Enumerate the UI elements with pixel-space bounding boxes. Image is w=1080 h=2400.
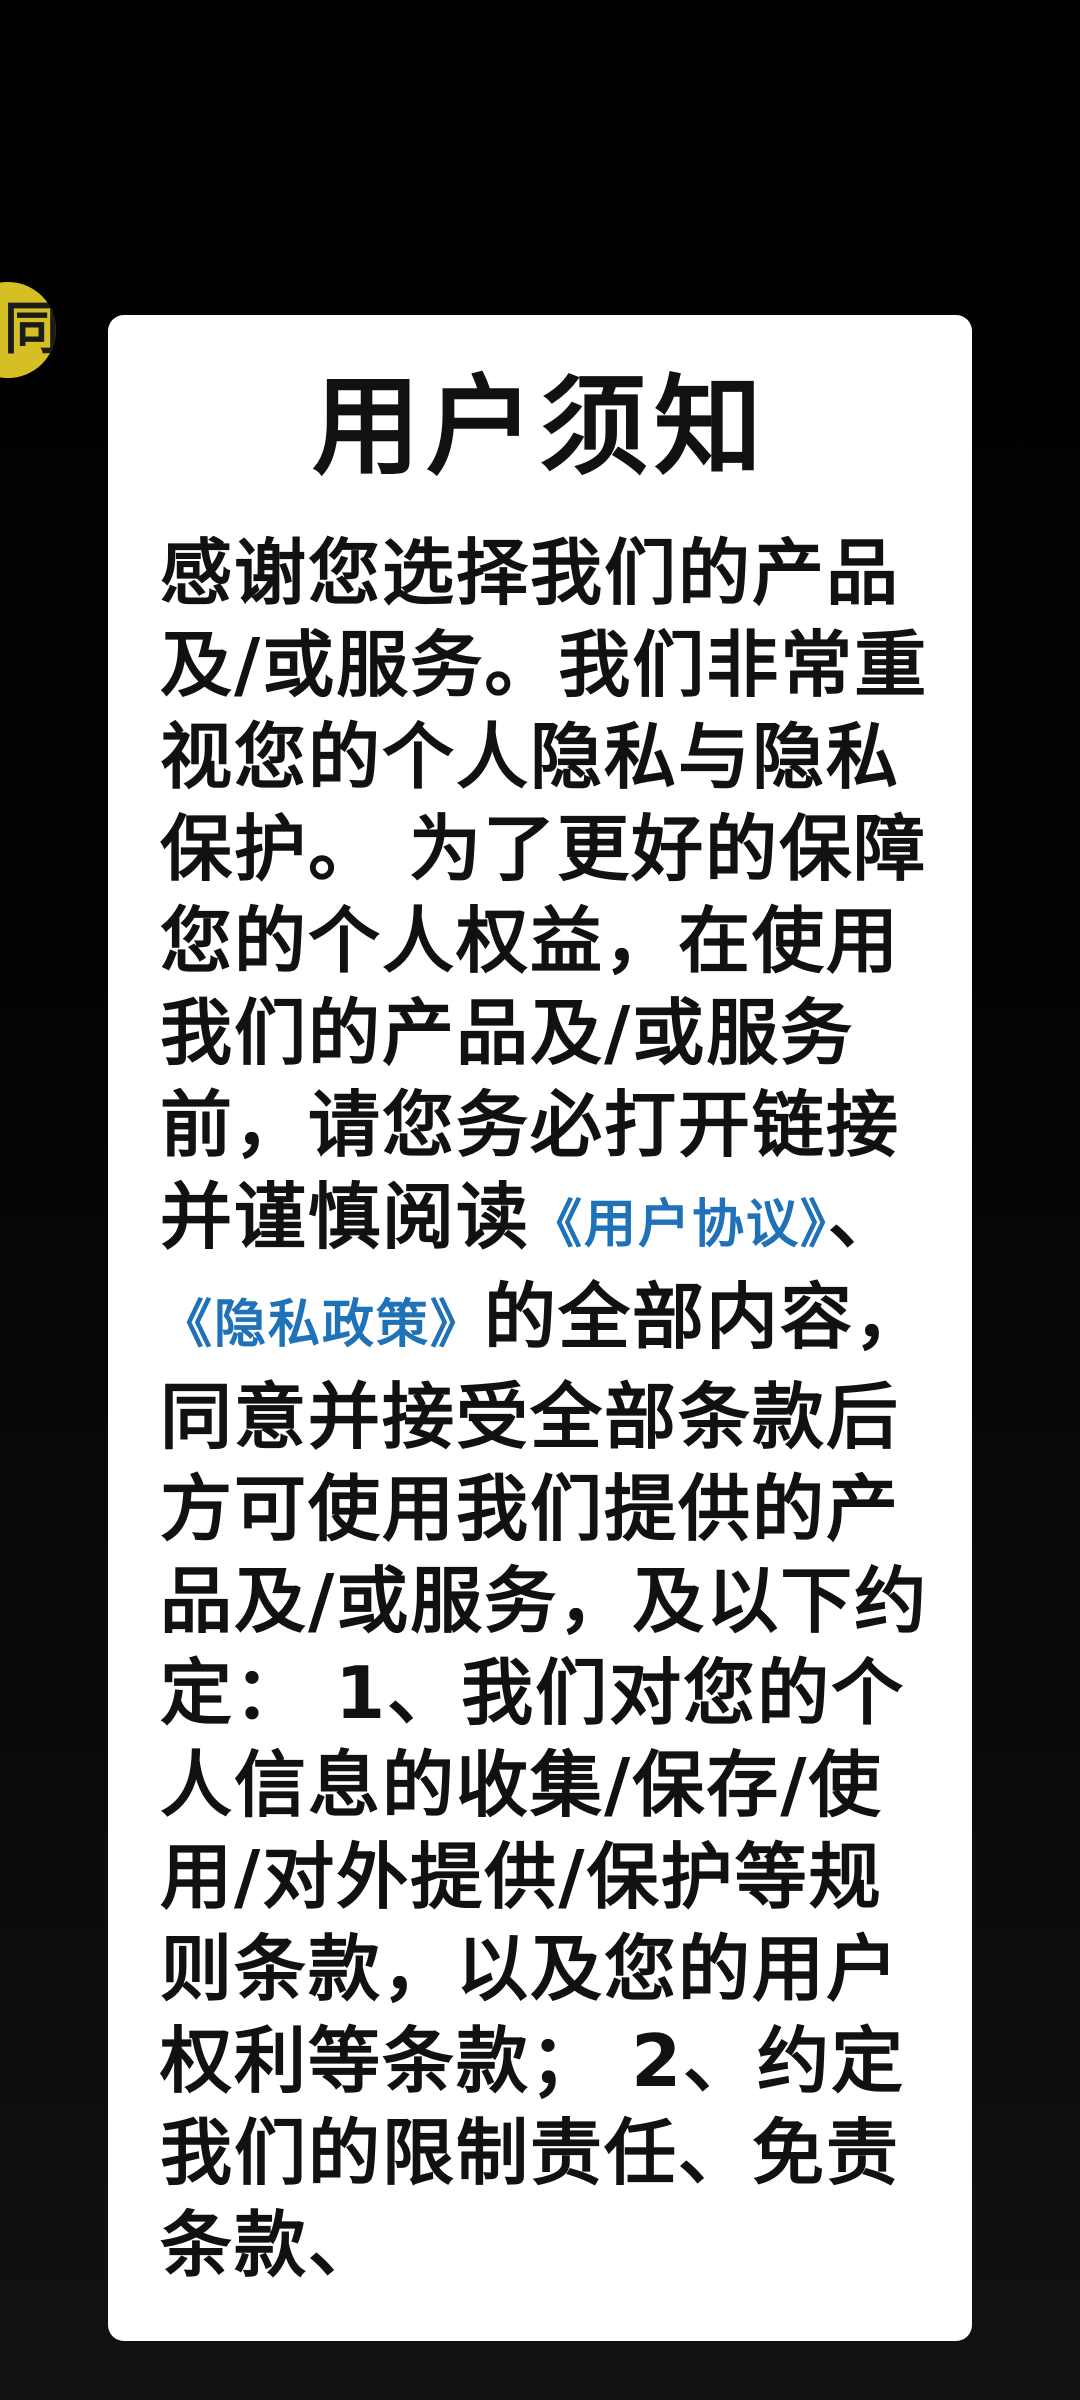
body-text-intro: 感谢您选择我们的产品及/或服务。我们非常重视您的个人隐私与隐私保护。 为了更好的… — [160, 531, 929, 1259]
body-text-separator: 、 — [828, 1175, 903, 1259]
body-text-terms: 的全部内容，同意并接受全部条款后方可使用我们提供的产品及/或服务，及以下约定： … — [160, 1275, 929, 2287]
dialog-body-text[interactable]: 感谢您选择我们的产品及/或服务。我们非常重视您的个人隐私与隐私保护。 为了更好的… — [160, 527, 930, 2291]
user-agreement-link[interactable]: 《用户协议》 — [530, 1195, 828, 1255]
background-app-icon-glyph: 同 — [4, 297, 56, 362]
user-notice-dialog: 用户须知 感谢您选择我们的产品及/或服务。我们非常重视您的个人隐私与隐私保护。 … — [108, 315, 972, 2341]
privacy-policy-link[interactable]: 《隐私政策》 — [160, 1295, 484, 1355]
dialog-title: 用户须知 — [311, 365, 768, 490]
background-app-icon: 同 — [0, 282, 56, 378]
